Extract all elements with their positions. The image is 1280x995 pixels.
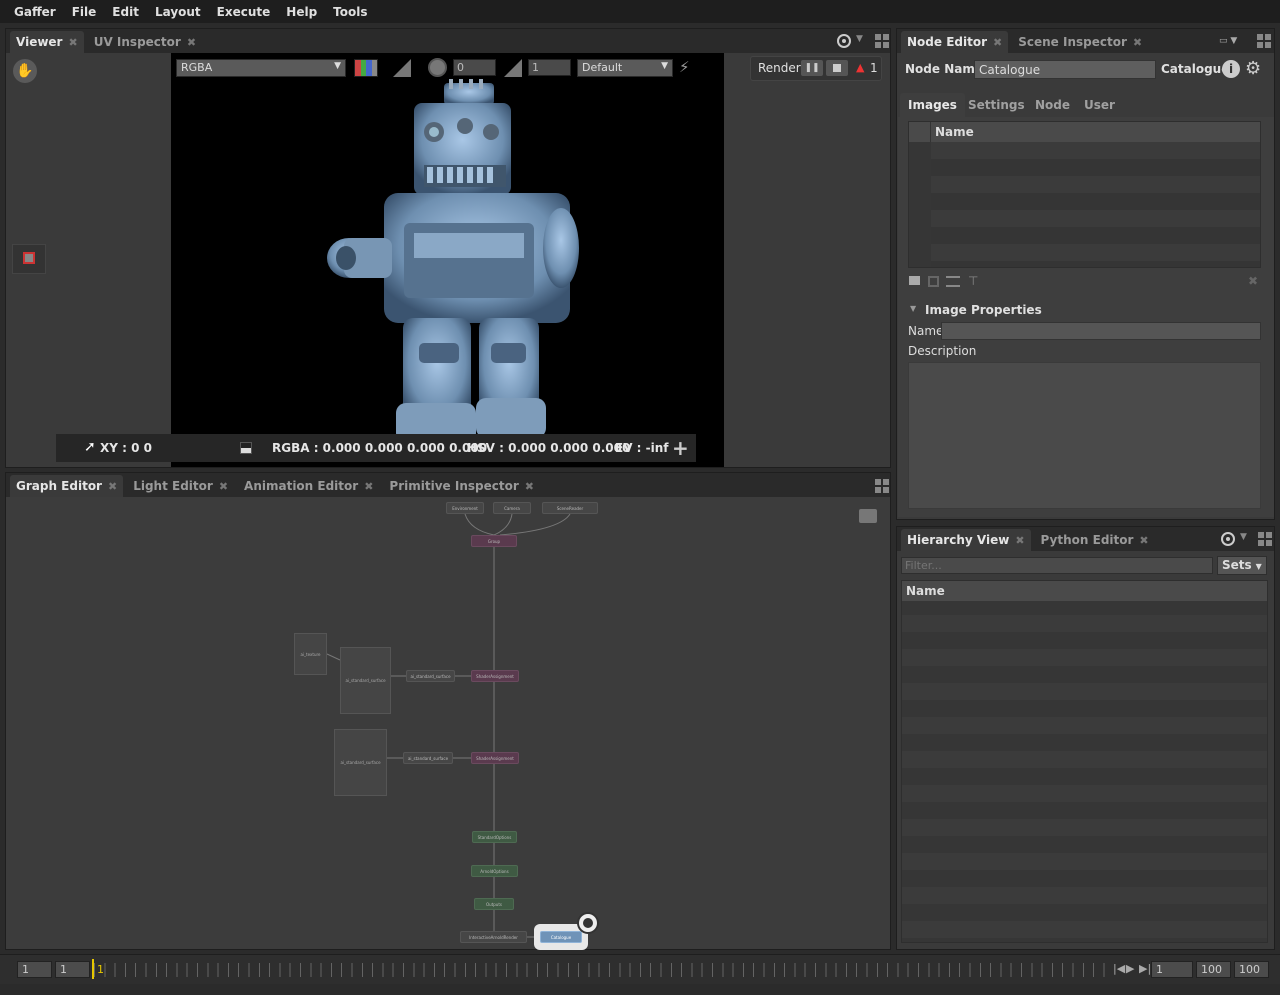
- jump-end-icon[interactable]: ▶|: [1139, 962, 1151, 975]
- tab-settings[interactable]: Settings: [960, 93, 1033, 117]
- graph-node-arnold-options[interactable]: ArnoldOptions: [471, 865, 518, 877]
- hierarchy-tree[interactable]: Name: [901, 580, 1268, 943]
- graph-node-outputs[interactable]: Outputs: [474, 898, 514, 910]
- range-start-field[interactable]: 1: [55, 961, 90, 978]
- image-name-field[interactable]: [941, 322, 1261, 340]
- node-name-field[interactable]: Catalogue: [974, 60, 1156, 79]
- folder-icon[interactable]: [909, 276, 920, 285]
- timeline-ruler[interactable]: [94, 963, 1108, 977]
- tab-label: Node Editor: [907, 35, 987, 49]
- start-frame-field[interactable]: 1: [17, 961, 52, 978]
- graph-node-shader3[interactable]: ai_standard_surface: [334, 729, 387, 796]
- jump-start-icon[interactable]: |◀: [1113, 962, 1125, 975]
- tree-header: Name: [902, 581, 1267, 601]
- graph-connections: [326, 513, 571, 938]
- current-frame-field[interactable]: 1: [1151, 961, 1193, 978]
- graph-node-group[interactable]: Group: [471, 535, 517, 547]
- start-frame-value: 1: [22, 963, 29, 976]
- end-frame-value: 100: [1239, 963, 1260, 976]
- graph-node-standard-options[interactable]: StandardOptions: [472, 831, 517, 843]
- layout-grid-icon[interactable]: [1257, 34, 1271, 48]
- hierarchy-tabbar: Hierarchy View ✖ Python Editor ✖: [897, 527, 1274, 551]
- tab-user[interactable]: User: [1076, 93, 1123, 117]
- range-start-value: 1: [60, 963, 67, 976]
- layout-menu-icon[interactable]: ▭ ▼: [1219, 36, 1247, 48]
- close-icon[interactable]: ✖: [993, 36, 1002, 49]
- image-toolbar: ⊤ ✖: [908, 274, 1263, 290]
- tab-node[interactable]: Node: [1027, 93, 1078, 117]
- graph-node-assign1b[interactable]: ShaderAssignment: [471, 670, 519, 682]
- close-icon[interactable]: ✖: [1015, 534, 1024, 547]
- description-field[interactable]: [908, 362, 1261, 509]
- remove-icon[interactable]: ✖: [1248, 274, 1258, 288]
- current-frame-value: 1: [1156, 963, 1163, 976]
- chevron-down-icon[interactable]: ▼: [1240, 532, 1247, 542]
- sets-button[interactable]: Sets ▼: [1217, 556, 1267, 575]
- close-icon[interactable]: ✖: [1133, 36, 1142, 49]
- chevron-down-icon: ▼: [1255, 562, 1262, 571]
- play-icon[interactable]: ▶: [1126, 962, 1134, 975]
- tab-label: Scene Inspector: [1018, 35, 1127, 49]
- images-table[interactable]: Name: [908, 121, 1261, 268]
- description-label: Description: [908, 344, 977, 358]
- node-name-value: Catalogue: [979, 63, 1041, 77]
- column-name: Name: [906, 584, 945, 598]
- section-title[interactable]: Image Properties: [925, 303, 1042, 317]
- info-icon[interactable]: i: [1222, 60, 1240, 78]
- current-frame-label: 1: [97, 963, 104, 976]
- range-end-value: 100: [1201, 963, 1222, 976]
- view-node-icon[interactable]: [577, 912, 599, 934]
- graph-node-camera[interactable]: Camera: [493, 502, 531, 514]
- node-type-label: Catalogue: [1161, 62, 1230, 76]
- graph-node-shader2[interactable]: ai_standard_surface: [340, 647, 391, 714]
- layout-grid-icon[interactable]: [1258, 532, 1272, 546]
- close-icon[interactable]: ✖: [1139, 534, 1148, 547]
- tab-label: Python Editor: [1040, 533, 1134, 547]
- filter-input[interactable]: [901, 557, 1213, 574]
- graph-node-scenereader[interactable]: SceneReader: [542, 502, 598, 514]
- target-icon[interactable]: [1221, 532, 1235, 546]
- tab-label: Hierarchy View: [907, 533, 1010, 547]
- node-name-label: Node Name: [905, 62, 983, 76]
- range-end-field[interactable]: 100: [1196, 961, 1231, 978]
- name-label: Name: [908, 324, 944, 338]
- graph-node-catalogue[interactable]: Catalogue: [540, 931, 582, 943]
- table-rows: [909, 142, 1260, 267]
- pin-icon[interactable]: ⊤: [968, 274, 978, 288]
- graph-node-assign2a[interactable]: ai_standard_surface: [403, 752, 453, 764]
- duplicate-icon[interactable]: [928, 276, 939, 287]
- tab-scene-inspector[interactable]: Scene Inspector ✖: [1012, 31, 1148, 53]
- graph-node-render[interactable]: InteractiveArnoldRender: [460, 931, 527, 943]
- tab-images[interactable]: Images: [900, 93, 965, 117]
- node-editor-tabbar: Node Editor ✖ Scene Inspector ✖: [897, 29, 1274, 53]
- gear-icon[interactable]: ⚙: [1245, 58, 1261, 79]
- current-frame-marker[interactable]: [92, 959, 94, 979]
- sets-label: Sets: [1222, 558, 1252, 572]
- tab-hierarchy-view[interactable]: Hierarchy View ✖: [901, 529, 1031, 551]
- graph-node-shader1[interactable]: ai_texture: [294, 633, 327, 675]
- graph-node-assign2b[interactable]: ShaderAssignment: [471, 752, 519, 764]
- table-header: Name: [909, 122, 1260, 142]
- graph-node-environment[interactable]: Environment: [446, 502, 484, 514]
- timeline: 1 1 1 |◀ ▶ ▶| 1 100 100: [0, 954, 1280, 984]
- column-name: Name: [935, 125, 974, 139]
- tab-python-editor[interactable]: Python Editor ✖: [1035, 529, 1155, 551]
- collapse-arrow-icon[interactable]: ▼: [910, 304, 916, 313]
- tab-node-editor[interactable]: Node Editor ✖: [901, 31, 1009, 53]
- extract-icon[interactable]: [946, 276, 960, 287]
- end-frame-field[interactable]: 100: [1234, 961, 1269, 978]
- graph-node-assign1a[interactable]: ai_standard_surface: [406, 670, 455, 682]
